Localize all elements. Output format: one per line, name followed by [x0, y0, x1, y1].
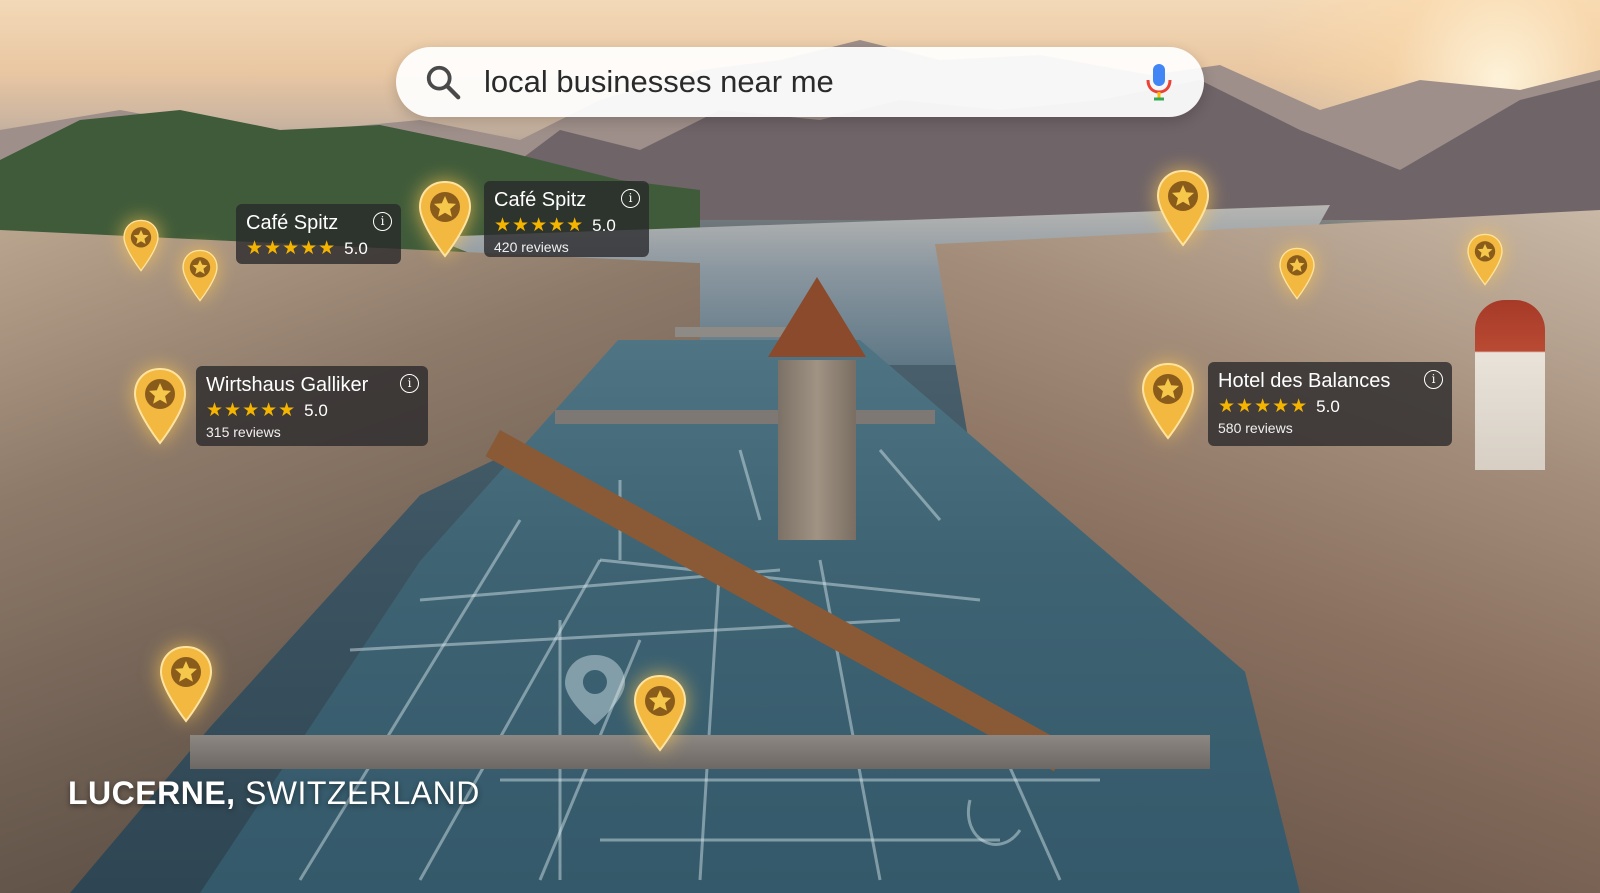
star-pin-icon	[158, 645, 214, 723]
review-count: 420 reviews	[494, 239, 569, 255]
business-card-cafe-spitz-1[interactable]: Café Spitz ★★★★★ 5.0 i	[236, 204, 401, 264]
map-pin[interactable]	[122, 219, 160, 272]
map-pin[interactable]	[158, 645, 214, 723]
review-count: 315 reviews	[206, 424, 281, 440]
rating-stars: ★★★★★	[206, 400, 297, 421]
reussbruecke-bridge	[190, 735, 1210, 769]
star-pin-icon	[122, 219, 160, 272]
star-pin-icon	[632, 674, 688, 752]
map-pin[interactable]	[1278, 247, 1316, 300]
info-icon[interactable]: i	[621, 189, 640, 208]
map-scene: Café Spitz ★★★★★ 5.0 i Café Spitz ★★★★★ …	[0, 0, 1600, 893]
search-icon[interactable]	[424, 63, 462, 101]
map-pin-wirtshaus-galliker[interactable]	[132, 367, 188, 445]
star-pin-icon	[1140, 362, 1196, 440]
rathaussteg-bridge	[555, 410, 935, 424]
church-tower	[1475, 300, 1545, 470]
rating-stars: ★★★★★	[1218, 396, 1309, 417]
map-pin[interactable]	[181, 249, 219, 302]
rating-stars: ★★★★★	[494, 215, 585, 236]
business-name: Wirtshaus Galliker	[206, 374, 369, 396]
info-icon[interactable]: i	[1424, 370, 1443, 389]
mic-icon[interactable]	[1144, 62, 1174, 102]
star-pin-icon	[1466, 233, 1504, 286]
star-pin-icon	[132, 367, 188, 445]
star-pin-icon	[181, 249, 219, 302]
search-bar[interactable]	[396, 47, 1204, 117]
map-pin[interactable]	[1466, 233, 1504, 286]
water-tower-roof	[768, 277, 866, 357]
business-card-wirtshaus-galliker[interactable]: Wirtshaus Galliker ★★★★★ 5.0 315 reviews…	[196, 366, 428, 446]
star-pin-icon	[1278, 247, 1316, 300]
map-pin-hotel-des-balances[interactable]	[1140, 362, 1196, 440]
business-card-hotel-des-balances[interactable]: Hotel des Balances ★★★★★ 5.0 580 reviews…	[1208, 362, 1452, 446]
business-name: Café Spitz	[494, 189, 587, 211]
business-card-cafe-spitz-2[interactable]: Café Spitz ★★★★★ 5.0 420 reviews i	[484, 181, 649, 257]
search-input[interactable]	[484, 64, 1144, 100]
map-pin[interactable]	[632, 674, 688, 752]
map-pin[interactable]	[1155, 169, 1211, 247]
water-tower	[778, 360, 856, 540]
star-pin-icon	[1155, 169, 1211, 247]
review-count: 580 reviews	[1218, 420, 1293, 436]
star-pin-icon	[417, 180, 473, 258]
business-name: Hotel des Balances	[1218, 370, 1391, 392]
location-city: LUCERNE,	[68, 775, 236, 811]
rating-value: 5.0	[592, 215, 616, 235]
business-name: Café Spitz	[246, 212, 339, 234]
info-icon[interactable]: i	[373, 212, 392, 231]
info-icon[interactable]: i	[400, 374, 419, 393]
location-label: LUCERNE, SWITZERLAND	[68, 775, 480, 812]
rating-value: 5.0	[304, 400, 328, 420]
rating-value: 5.0	[344, 238, 368, 258]
location-country: SWITZERLAND	[235, 775, 480, 811]
rating-value: 5.0	[1316, 396, 1340, 416]
rating-stars: ★★★★★	[246, 238, 337, 259]
map-pin-cafe-spitz[interactable]	[417, 180, 473, 258]
